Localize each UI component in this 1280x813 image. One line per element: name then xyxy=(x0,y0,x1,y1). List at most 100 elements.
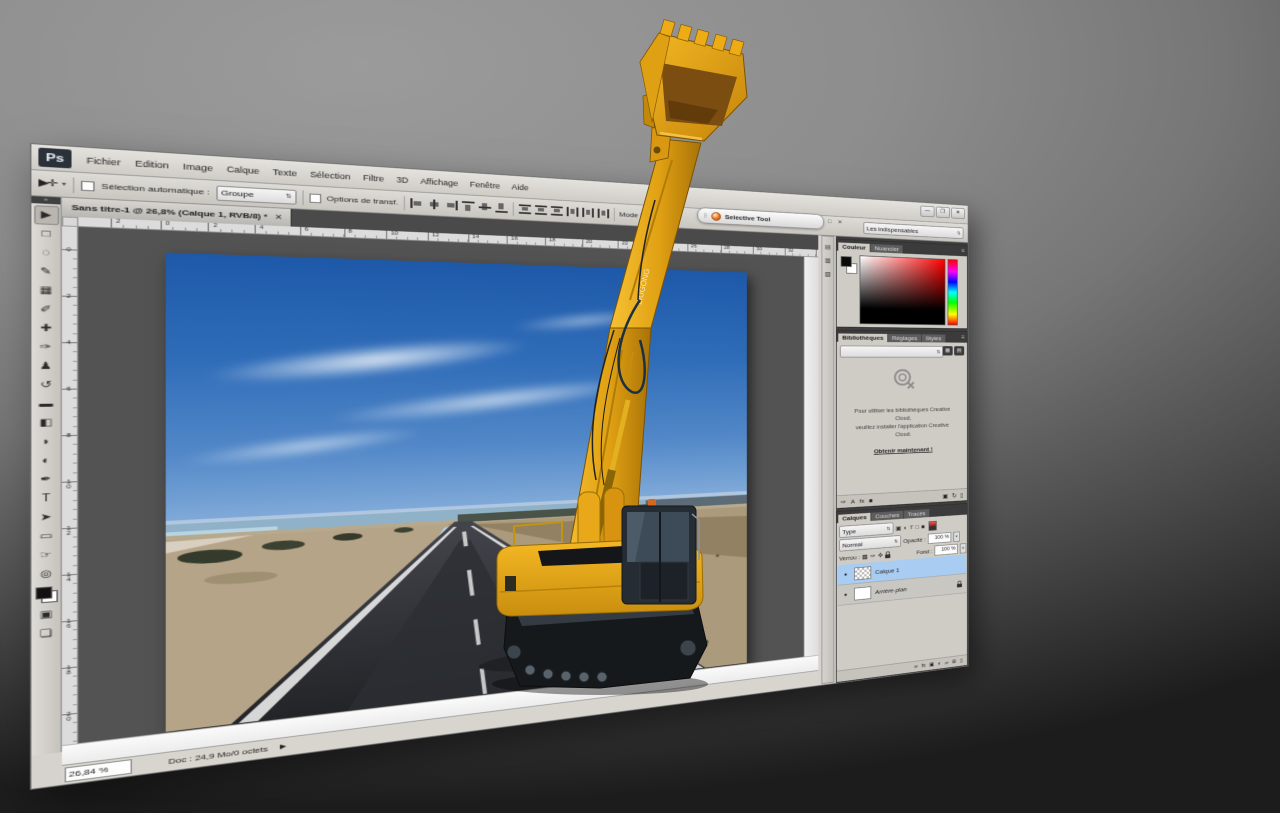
3d-move-icon[interactable]: ✜ xyxy=(658,212,665,221)
view-toggle-button[interactable]: ▤ xyxy=(954,346,964,355)
panel-tab[interactable]: Calques xyxy=(838,513,870,523)
menu-item[interactable]: Image xyxy=(183,161,213,172)
distribute-icon[interactable] xyxy=(598,209,609,219)
dock-panel-1[interactable]: ▤ xyxy=(823,242,833,252)
panel-tab[interactable]: Styles xyxy=(922,334,945,342)
blur-tool[interactable]: ◗ xyxy=(34,432,59,452)
lock-all-icon[interactable] xyxy=(885,554,890,558)
minimize-button[interactable]: — xyxy=(920,206,934,218)
menu-item[interactable]: Fenêtre xyxy=(470,179,500,189)
layer-fx-icon[interactable]: fx xyxy=(922,663,926,669)
foreground-color-swatch[interactable] xyxy=(35,586,52,599)
restore-button[interactable]: ❐ xyxy=(936,207,950,219)
clone-stamp-tool[interactable]: ♟ xyxy=(34,357,59,376)
photo-layer[interactable] xyxy=(166,253,747,732)
history-brush-tool[interactable]: ↺ xyxy=(34,376,59,395)
status-menu-arrow-icon[interactable]: ▶ xyxy=(280,742,286,750)
auto-select-checkbox[interactable] xyxy=(81,180,95,191)
distribute-icon[interactable] xyxy=(582,208,594,218)
filter-adjust-icon[interactable]: ◐ xyxy=(904,524,908,531)
view-toggle-button[interactable]: ▦ xyxy=(942,346,952,355)
menu-item[interactable]: Affichage xyxy=(420,176,458,187)
selective-tool-buttons[interactable]: □ ✕ xyxy=(828,218,845,225)
lock-pixels-icon[interactable]: ✑ xyxy=(870,552,875,559)
panel-menu-icon[interactable]: ≡ xyxy=(962,334,965,340)
healing-brush-tool[interactable]: ✚ xyxy=(34,319,59,338)
transform-options-checkbox[interactable] xyxy=(309,193,321,203)
canvas-area[interactable] xyxy=(78,227,803,743)
menu-item[interactable]: 3D xyxy=(396,175,408,185)
panel-tab[interactable]: Réglages xyxy=(888,334,921,342)
move-tool[interactable]: ▶ xyxy=(34,205,59,225)
fill-arrow-icon[interactable]: ▾ xyxy=(960,543,966,554)
shape-tool[interactable]: ▭ xyxy=(34,527,59,547)
menu-item[interactable]: Filtre xyxy=(363,173,384,183)
quick-selection-tool[interactable]: ✎ xyxy=(34,262,59,282)
panel-tab[interactable]: Bibliothèques xyxy=(838,333,887,342)
menu-item[interactable]: Calque xyxy=(227,164,260,175)
vertical-scrollbar[interactable] xyxy=(804,257,819,657)
color-swatches[interactable] xyxy=(35,586,57,604)
filter-smart-icon[interactable]: ■ xyxy=(921,523,925,530)
library-select[interactable]: ⇅ xyxy=(840,346,943,358)
hand-tool[interactable]: ☞ xyxy=(34,545,59,565)
align-icon[interactable] xyxy=(410,198,423,208)
fill-field[interactable]: 100 % xyxy=(934,544,957,556)
path-selection-tool[interactable]: ➤ xyxy=(34,508,59,528)
align-icon[interactable] xyxy=(462,201,475,211)
distribute-icon[interactable] xyxy=(567,207,579,217)
workspace-dropdown[interactable]: Les indispensables⇅ xyxy=(863,222,963,239)
filter-shape-icon[interactable]: □ xyxy=(915,523,919,530)
pen-tool[interactable]: ✒ xyxy=(34,470,59,490)
quick-mask-button[interactable]: ▣ xyxy=(34,605,59,626)
panel-tab[interactable]: Tracés xyxy=(904,509,929,519)
menu-item[interactable]: Texte xyxy=(273,167,297,178)
panel-tab[interactable]: Nuancier xyxy=(871,244,903,254)
dock-panel-3[interactable]: ▧ xyxy=(823,270,833,279)
drag-grip-icon[interactable]: ⣿ xyxy=(703,213,708,219)
align-icon[interactable] xyxy=(495,203,507,213)
screen-mode-button[interactable]: ❏ xyxy=(34,624,59,645)
menu-item[interactable]: Sélection xyxy=(310,169,350,181)
align-icon[interactable] xyxy=(428,199,441,209)
menu-item[interactable]: Fichier xyxy=(86,155,120,167)
tool-preset-chevron-icon[interactable]: ▾ xyxy=(62,181,66,188)
close-button[interactable]: ✕ xyxy=(951,208,965,220)
eyedropper-tool[interactable]: ✐ xyxy=(34,300,59,319)
panel-menu-icon[interactable]: ≡ xyxy=(962,248,965,255)
layer-thumbnail[interactable] xyxy=(854,566,871,580)
menu-item[interactable]: Aide xyxy=(511,182,528,192)
brush-tool[interactable]: ✑ xyxy=(34,338,59,357)
delete-layer-icon[interactable]: ▯ xyxy=(960,658,963,664)
filter-pixel-icon[interactable]: ▣ xyxy=(896,524,902,531)
layer-thumbnail[interactable] xyxy=(854,586,871,600)
zoom-tool[interactable]: ◎ xyxy=(34,564,59,585)
link-layers-icon[interactable]: ∞ xyxy=(914,664,918,670)
filter-type-icon[interactable]: T xyxy=(910,524,914,531)
trash-icon[interactable]: ▯ xyxy=(960,492,963,499)
distribute-icon[interactable] xyxy=(519,204,531,214)
layer-mask-icon[interactable]: ▣ xyxy=(929,661,934,667)
opacity-arrow-icon[interactable]: ▾ xyxy=(953,531,959,542)
group-dropdown[interactable]: Groupe⇅ xyxy=(216,185,296,204)
text-icon[interactable]: A xyxy=(851,498,855,505)
eraser-tool[interactable]: ▬ xyxy=(34,395,59,414)
distribute-icon[interactable] xyxy=(551,206,563,216)
align-icon[interactable] xyxy=(445,200,458,210)
menu-item[interactable]: Edition xyxy=(135,158,169,170)
layer-group-icon[interactable]: ▱ xyxy=(945,660,949,666)
fx-icon[interactable]: fx xyxy=(860,497,865,504)
new-layer-icon[interactable]: ⊞ xyxy=(952,659,956,665)
get-now-link[interactable]: Obtenir maintenant ! xyxy=(837,445,967,457)
type-tool[interactable]: T xyxy=(34,489,59,509)
gradient-tool[interactable]: ◧ xyxy=(34,414,59,433)
visibility-eye-icon[interactable]: ● xyxy=(841,592,850,598)
crop-tool[interactable]: ▦ xyxy=(34,281,59,300)
panel-tab[interactable]: Couleur xyxy=(838,242,870,252)
dock-panel-2[interactable]: ▥ xyxy=(823,256,833,265)
hue-slider[interactable] xyxy=(948,259,958,325)
swatch-icon[interactable]: ■ xyxy=(869,497,873,504)
panel-color-swatches[interactable] xyxy=(841,256,858,275)
adjustment-layer-icon[interactable]: ◐ xyxy=(938,661,941,666)
dodge-tool[interactable]: ◐ xyxy=(34,451,59,471)
